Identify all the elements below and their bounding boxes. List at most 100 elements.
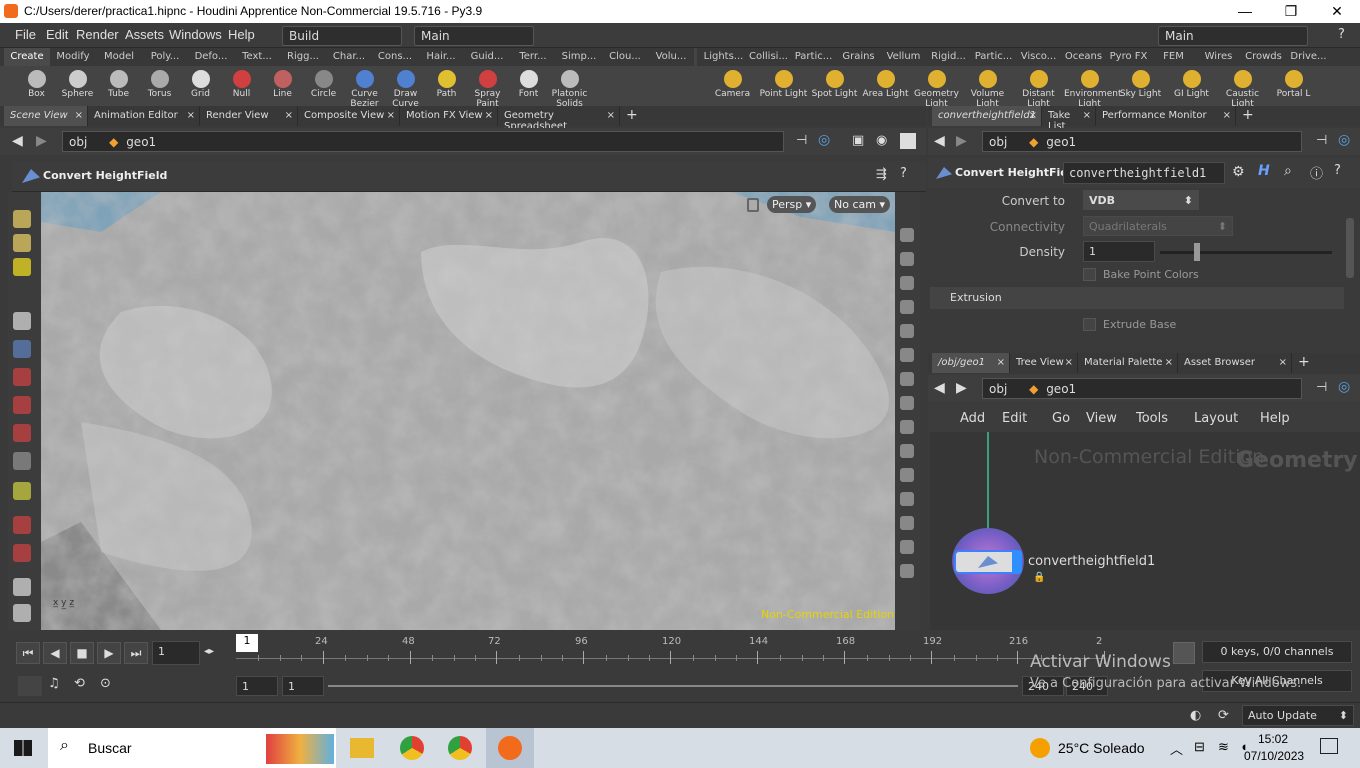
- shelf-tab-shelf_right-10[interactable]: FEM: [1151, 48, 1196, 66]
- network-tray-icon[interactable]: ⊟: [1194, 739, 1205, 755]
- params-link-icon[interactable]: ◎: [1338, 132, 1350, 148]
- right-tool-4-icon[interactable]: [900, 324, 914, 338]
- params-forward-icon[interactable]: ▶: [956, 133, 967, 149]
- tab-close-icon-left_pane-4[interactable]: ×: [485, 110, 493, 121]
- pane-tab-right_bottom-1[interactable]: Tree View ×: [1010, 353, 1078, 373]
- right-tool-6-icon[interactable]: [900, 372, 914, 386]
- shelf-tab-shelf_left-9[interactable]: Hair...: [418, 48, 464, 66]
- right-tool-2-icon[interactable]: [900, 276, 914, 290]
- tab-close-icon-left_pane-0[interactable]: ×: [75, 110, 83, 121]
- start-frame-field[interactable]: 1: [236, 676, 278, 696]
- network-menu-1[interactable]: Edit: [1002, 411, 1027, 426]
- desktop-dropdown[interactable]: Main: [1158, 26, 1308, 46]
- pane-tab-left_pane-3[interactable]: Composite View ×: [298, 106, 400, 126]
- network-menu-0[interactable]: Add: [960, 411, 985, 426]
- params-pin-icon[interactable]: ⊣: [1316, 133, 1327, 148]
- network-menu-6[interactable]: Help: [1260, 411, 1290, 426]
- current-frame-field[interactable]: 1: [152, 641, 200, 665]
- shelf-tool-shelf_left-5[interactable]: Null: [221, 68, 262, 106]
- audio-icon[interactable]: ♫: [48, 676, 60, 691]
- pane-tab-left_pane-0[interactable]: Scene View ×: [4, 106, 88, 126]
- network-menu-4[interactable]: Tools: [1136, 411, 1168, 426]
- shelf-tab-shelf_right-4[interactable]: Vellum: [881, 48, 926, 66]
- right-tool-7-icon[interactable]: [900, 396, 914, 410]
- 3d-viewport[interactable]: Persp ▾ No cam ▾ x̲ y̲ z̲ Non-Commercial…: [41, 192, 895, 630]
- pane-tab-right_top-1[interactable]: Take List ×: [1042, 106, 1096, 132]
- bake-checkbox[interactable]: [1083, 268, 1096, 281]
- minimize-button[interactable]: —: [1222, 0, 1268, 23]
- play-button[interactable]: ▶: [97, 642, 121, 664]
- right-tool-3-icon[interactable]: [900, 300, 914, 314]
- shelf-tab-shelf_left-3[interactable]: Poly...: [142, 48, 188, 66]
- shelf-tab-shelf_right-2[interactable]: Partic...: [791, 48, 836, 66]
- pane-tab-left_pane-4[interactable]: Motion FX View ×: [400, 106, 498, 126]
- camera-menu[interactable]: No cam ▾: [829, 196, 890, 213]
- density-slider-track[interactable]: [1160, 251, 1332, 254]
- main-dropdown[interactable]: Main: [414, 26, 534, 46]
- display-options-icon[interactable]: ⇶: [876, 167, 887, 182]
- shelf-tool-shelf_right-1[interactable]: Point Light: [758, 68, 809, 106]
- tab-close-icon-right_top-2[interactable]: ×: [1223, 110, 1231, 121]
- right-tool-0-icon[interactable]: [900, 228, 914, 242]
- global-anim-icon[interactable]: ⊙: [100, 676, 111, 691]
- params-path[interactable]: obj ◆ geo1: [982, 131, 1302, 152]
- right-tool-14-icon[interactable]: [900, 564, 914, 578]
- params-help-icon[interactable]: ?: [1334, 163, 1341, 178]
- shelf-tab-shelf_right-6[interactable]: Partic...: [971, 48, 1016, 66]
- shelf-tab-shelf_left-10[interactable]: Guid...: [464, 48, 510, 66]
- file-explorer-icon[interactable]: [350, 738, 374, 758]
- scene-path[interactable]: obj ◆ geo1: [62, 131, 784, 152]
- shelf-tab-shelf_right-5[interactable]: Rigid...: [926, 48, 971, 66]
- shelf-tab-shelf_right-13[interactable]: Drive...: [1286, 48, 1331, 66]
- taskbar-search[interactable]: ⌕ Buscar: [48, 728, 336, 768]
- hda-icon[interactable]: H: [1258, 163, 1270, 179]
- left-tool-2-icon[interactable]: [13, 258, 31, 276]
- pane-tab-right_bottom-0[interactable]: /obj/geo1 ×: [932, 353, 1010, 373]
- clock-time[interactable]: 15:02: [1258, 732, 1288, 746]
- stop-button[interactable]: ■: [70, 642, 94, 664]
- extrusion-folder[interactable]: Extrusion: [930, 287, 1344, 309]
- tab-close-icon-right_bottom-3[interactable]: ×: [1279, 357, 1287, 368]
- shelf-tool-shelf_right-2[interactable]: Spot Light: [809, 68, 860, 106]
- shelf-tool-shelf_left-7[interactable]: Circle: [303, 68, 344, 106]
- shelf-tab-shelf_left-6[interactable]: Rigg...: [280, 48, 326, 66]
- network-menu-5[interactable]: Layout: [1194, 411, 1238, 426]
- pane-tab-right_bottom-3[interactable]: Asset Browser ×: [1178, 353, 1292, 373]
- tray-chevron-icon[interactable]: ︿: [1170, 739, 1183, 758]
- refresh-icon[interactable]: ⟳: [1218, 708, 1229, 723]
- shelf-tool-shelf_left-0[interactable]: Box: [16, 68, 57, 106]
- add-tab-icon-left_pane[interactable]: +: [626, 107, 638, 123]
- houdini-taskbar-item[interactable]: [486, 728, 534, 768]
- tab-close-icon-right_bottom-1[interactable]: ×: [1065, 357, 1073, 368]
- right-tool-13-icon[interactable]: [900, 540, 914, 554]
- shelf-tool-shelf_right-5[interactable]: Volume Light: [962, 68, 1013, 109]
- network-menu-2[interactable]: Go: [1052, 411, 1070, 426]
- menu-render[interactable]: Render: [76, 27, 119, 42]
- right-tool-1-icon[interactable]: [900, 252, 914, 266]
- pane-tab-right_top-0[interactable]: convertheightfield1 ×: [932, 106, 1042, 126]
- convert-to-dropdown[interactable]: VDB ⬍: [1083, 190, 1199, 210]
- shelf-tool-shelf_left-13[interactable]: Platonic Solids: [549, 68, 590, 109]
- tab-close-icon-right_bottom-2[interactable]: ×: [1165, 357, 1173, 368]
- clock-date[interactable]: 07/10/2023: [1244, 749, 1304, 763]
- pane-tab-right_bottom-2[interactable]: Material Palette ×: [1078, 353, 1178, 373]
- keys-icon[interactable]: [1173, 642, 1195, 664]
- density-slider-handle[interactable]: [1194, 243, 1201, 261]
- shelf-tool-shelf_left-6[interactable]: Line: [262, 68, 303, 106]
- search-icon[interactable]: ⌕: [1284, 163, 1292, 179]
- right-tool-8-icon[interactable]: [900, 420, 914, 434]
- shelf-tab-shelf_left-1[interactable]: Modify: [50, 48, 96, 66]
- network-path[interactable]: obj ◆ geo1: [982, 378, 1302, 399]
- path-geo1[interactable]: geo1: [126, 135, 156, 149]
- network-editor[interactable]: Non-Commercial Edition Geometry converth…: [930, 432, 1360, 630]
- wifi-icon[interactable]: ≋: [1218, 739, 1229, 755]
- chrome-icon[interactable]: [400, 736, 424, 760]
- network-link-icon[interactable]: ◎: [1338, 379, 1350, 395]
- shelf-tab-shelf_right-12[interactable]: Crowds: [1241, 48, 1286, 66]
- gear-icon[interactable]: ⚙: [1232, 164, 1245, 180]
- left-tool-13-icon[interactable]: [13, 604, 31, 622]
- right-tool-11-icon[interactable]: [900, 492, 914, 506]
- display-icon[interactable]: ▣: [852, 133, 864, 148]
- network-path-geo1[interactable]: geo1: [1046, 382, 1076, 396]
- shelf-tab-shelf_left-13[interactable]: Clou...: [602, 48, 648, 66]
